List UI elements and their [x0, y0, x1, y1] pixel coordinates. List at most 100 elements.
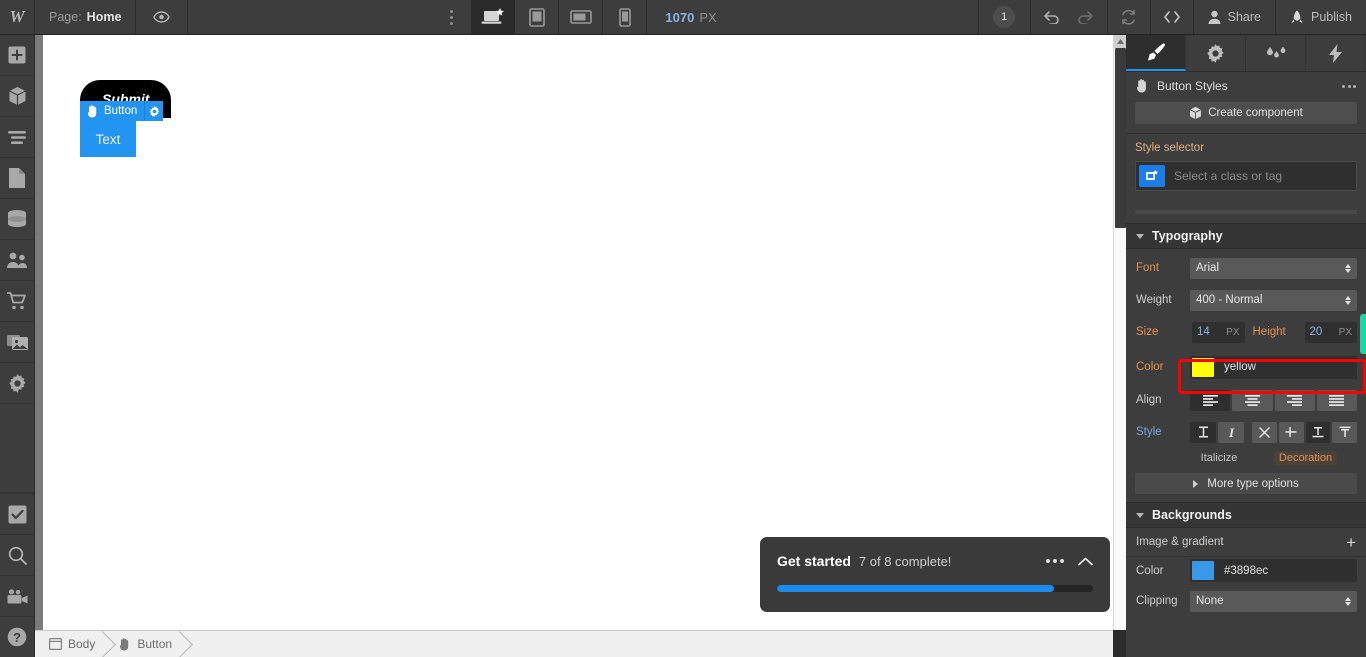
- breadcrumb-item-button[interactable]: Button: [105, 631, 182, 657]
- sidebar-item-components[interactable]: [0, 76, 34, 117]
- up: [1345, 596, 1351, 601]
- get-started-panel[interactable]: Get started 7 of 8 complete!: [760, 537, 1110, 612]
- bg-color-field[interactable]: #3898ec: [1190, 559, 1357, 582]
- add-image-gradient-button[interactable]: +: [1346, 534, 1356, 551]
- redo-button[interactable]: [1069, 0, 1103, 34]
- sidebar-item-pages[interactable]: [0, 158, 34, 199]
- cube-icon: [1189, 106, 1202, 120]
- get-started-subtitle: 7 of 8 complete!: [858, 553, 952, 569]
- align-center-icon: [1244, 394, 1260, 406]
- breadcrumb: Body Button: [35, 630, 1113, 657]
- tablet-portrait-icon: [529, 7, 545, 27]
- uppercase-button[interactable]: [1190, 421, 1216, 443]
- sidebar-item-help[interactable]: ?: [0, 616, 34, 657]
- weight-value: 400 - Normal: [1196, 294, 1263, 306]
- chevron-right-icon: [1193, 479, 1199, 488]
- overline-button[interactable]: [1332, 421, 1357, 443]
- publish-button[interactable]: Publish: [1275, 0, 1366, 34]
- color-swatch[interactable]: [1192, 357, 1214, 377]
- breakpoint-desktop[interactable]: [471, 0, 516, 34]
- canvas-scrollbar[interactable]: [1113, 35, 1126, 630]
- text-color-field[interactable]: yellow: [1190, 355, 1357, 379]
- weight-select[interactable]: 400 - Normal: [1190, 289, 1357, 311]
- scroll-up-arrow[interactable]: [1114, 35, 1126, 48]
- row-weight: Weight 400 - Normal: [1126, 287, 1366, 313]
- sidebar-item-audit[interactable]: [0, 493, 34, 534]
- breakpoint-tablet-landscape[interactable]: [559, 0, 604, 34]
- lightning-bolt-icon: [1328, 43, 1343, 63]
- font-select[interactable]: Arial: [1190, 257, 1357, 279]
- breakpoint-tablet[interactable]: [515, 0, 560, 34]
- code-button[interactable]: [1155, 0, 1189, 34]
- align-justify-button[interactable]: [1316, 389, 1357, 411]
- toolbar-spacer-right: [735, 0, 978, 34]
- sync-button[interactable]: [1112, 0, 1146, 34]
- tab-interactions[interactable]: [1246, 35, 1306, 71]
- chevron-up-icon[interactable]: [1078, 557, 1093, 566]
- sidebar-item-cms[interactable]: [0, 199, 34, 240]
- desktop-icon: [481, 7, 505, 27]
- sidebar-item-settings[interactable]: [0, 363, 34, 404]
- toolbar-spacer-left: [188, 0, 431, 34]
- panel-more-button[interactable]: [1342, 84, 1356, 88]
- scrollbar-thumb[interactable]: [1115, 48, 1126, 228]
- font-value: Arial: [1196, 262, 1220, 274]
- create-component-button[interactable]: Create component: [1135, 102, 1357, 124]
- sidebar-item-video[interactable]: [0, 575, 34, 616]
- rocket-icon: [1290, 10, 1304, 24]
- text-transform-group: I: [1190, 421, 1244, 443]
- question-mark-icon: ?: [7, 627, 27, 647]
- create-component-label: Create component: [1208, 107, 1303, 119]
- webflow-logo[interactable]: W: [0, 0, 35, 34]
- sidebar-item-assets[interactable]: [0, 322, 34, 363]
- undo-button[interactable]: [1035, 0, 1069, 34]
- breakpoint-mobile[interactable]: [603, 0, 648, 34]
- strikethrough-button[interactable]: [1278, 421, 1304, 443]
- align-left-button[interactable]: [1190, 389, 1231, 411]
- underline-button[interactable]: [1305, 421, 1331, 443]
- tab-effects[interactable]: [1306, 35, 1366, 71]
- share-button[interactable]: Share: [1192, 0, 1275, 34]
- sidebar-item-users[interactable]: [0, 240, 34, 281]
- size-input[interactable]: 14 PX: [1192, 321, 1245, 343]
- page-indicator[interactable]: Page: Home: [35, 0, 137, 34]
- decoration-none-button[interactable]: [1252, 421, 1277, 443]
- sidebar-item-ecommerce[interactable]: [0, 281, 34, 322]
- sidebar-item-add-elements[interactable]: [0, 35, 34, 76]
- eye-icon: [153, 11, 171, 23]
- italicize-button[interactable]: I: [1218, 421, 1244, 443]
- dot: [449, 21, 453, 25]
- toolbar-overflow-menu[interactable]: [431, 0, 471, 34]
- breadcrumb-item-body[interactable]: Body: [35, 631, 105, 657]
- selection-settings-button[interactable]: [144, 101, 163, 121]
- cube-icon: [8, 86, 27, 106]
- align-center-button[interactable]: [1232, 389, 1273, 411]
- style-selector-field[interactable]: Select a class or tag: [1135, 161, 1357, 191]
- more-type-options-button[interactable]: More type options: [1135, 473, 1357, 494]
- align-right-button[interactable]: [1274, 389, 1315, 411]
- section-typography-header[interactable]: Typography: [1126, 223, 1366, 249]
- clipping-select[interactable]: None: [1190, 590, 1357, 612]
- selection-label[interactable]: Button: [80, 101, 144, 121]
- preview-toggle[interactable]: [136, 0, 189, 34]
- height-input[interactable]: 20 PX: [1304, 321, 1357, 343]
- person-icon: [1208, 10, 1221, 24]
- mobile-icon: [619, 7, 631, 27]
- get-started-more-button[interactable]: [1046, 559, 1064, 563]
- color-swatch[interactable]: [1192, 561, 1214, 580]
- collaborators[interactable]: 1: [977, 0, 1030, 34]
- tab-settings[interactable]: [1186, 35, 1246, 71]
- layers-icon: [8, 130, 26, 144]
- chevron-updown-icon: [1345, 295, 1351, 305]
- tab-style[interactable]: [1126, 35, 1186, 71]
- canvas-text-block[interactable]: Text: [80, 121, 136, 157]
- panel-tabs: [1126, 35, 1366, 72]
- get-started-header: Get started 7 of 8 complete!: [777, 553, 1093, 569]
- section-backgrounds-header[interactable]: Backgrounds: [1126, 502, 1366, 528]
- sidebar-item-navigator[interactable]: [0, 117, 34, 158]
- panel-scroll-indicator[interactable]: [1135, 210, 1357, 214]
- sidebar-item-search[interactable]: [0, 534, 34, 575]
- database-icon: [7, 210, 27, 228]
- clipping-value: None: [1196, 595, 1224, 607]
- dot: [1353, 84, 1356, 88]
